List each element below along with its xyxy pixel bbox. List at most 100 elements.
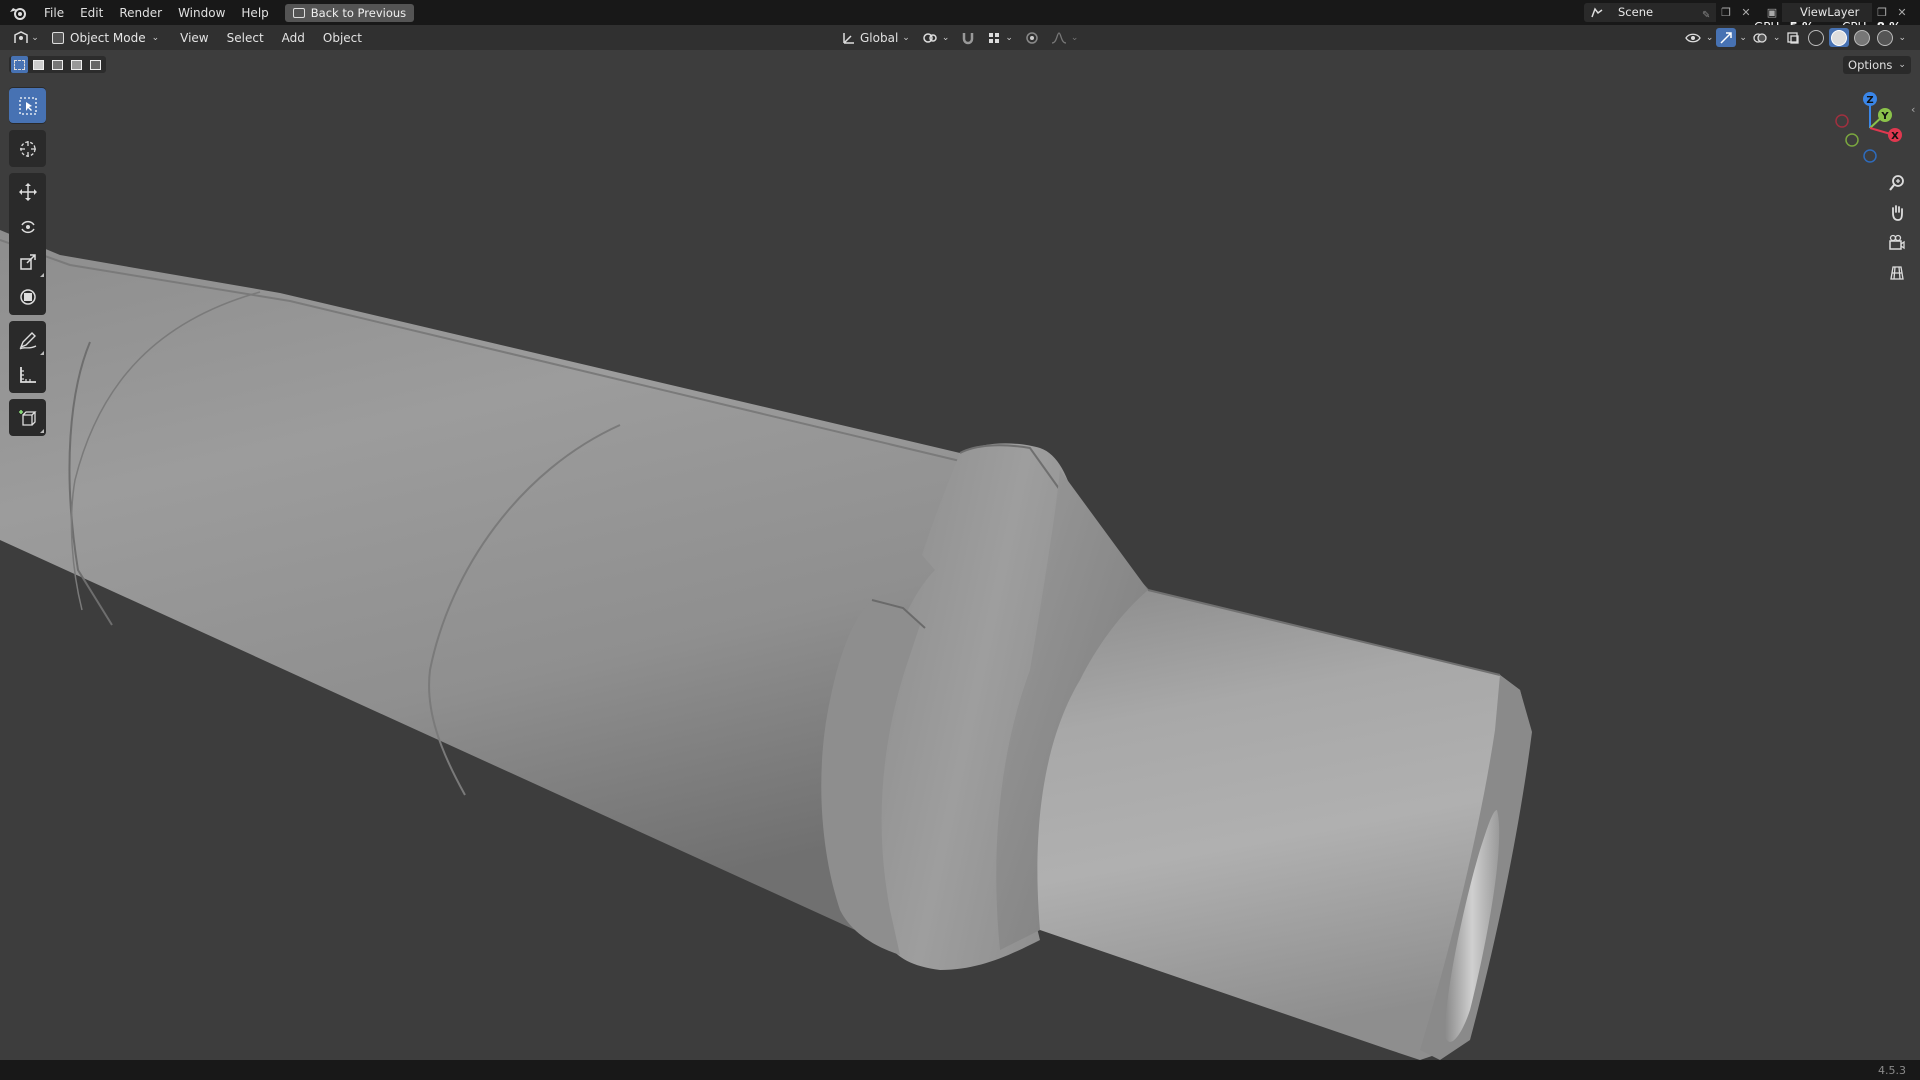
viewport-display-tools: ⌄ ⌄ ⌄ ⌄ — [1683, 28, 1906, 47]
menu-select[interactable]: Select — [218, 31, 273, 45]
xray-toggle[interactable] — [1783, 28, 1803, 47]
object-mode-label: Object Mode — [70, 30, 146, 45]
grid-perspective-icon — [1890, 266, 1904, 280]
cursor-icon — [19, 140, 36, 157]
solid-shading[interactable] — [1829, 28, 1850, 47]
version-label: 4.5.3 — [1878, 1064, 1906, 1077]
measure-ruler-icon — [19, 366, 36, 383]
scene-name: Scene — [1618, 5, 1654, 19]
camera-icon — [1889, 234, 1905, 250]
navigation-gizmo[interactable]: Z Y X — [1830, 88, 1910, 168]
select-subtract-icon — [52, 59, 63, 70]
hand-icon — [1892, 205, 1903, 221]
scene-name-field[interactable]: Scene ✎ — [1610, 3, 1716, 22]
menu-view[interactable]: View — [171, 31, 217, 45]
scale-icon — [19, 253, 36, 270]
tool-transform[interactable] — [9, 279, 46, 314]
snap-target-dropdown[interactable]: ⌄ — [983, 28, 1017, 47]
gizmo-toggle[interactable] — [1716, 28, 1737, 47]
scene-icon[interactable] — [1584, 3, 1610, 22]
transform-orientation-dropdown[interactable]: Global ⌄ — [838, 28, 914, 47]
tool-select-box[interactable] — [9, 88, 46, 123]
orientation-icon — [843, 32, 854, 44]
new-scene-icon[interactable]: ❐ — [1716, 3, 1736, 22]
back-to-previous-label: Back to Previous — [310, 5, 407, 20]
add-cube-icon — [18, 409, 37, 426]
tool-add-cube[interactable] — [9, 400, 46, 435]
menu-add[interactable]: Add — [273, 31, 314, 45]
camera-view-button[interactable] — [1884, 230, 1910, 256]
rendered-shading[interactable] — [1875, 28, 1895, 47]
pivot-point-dropdown[interactable]: ⌄ — [918, 28, 954, 47]
scene-selector[interactable]: Scene ✎ ❐ ✕ — [1584, 3, 1756, 22]
viewport-canvas[interactable] — [0, 50, 1920, 1060]
chevron-down-icon: ⌄ — [151, 32, 160, 43]
visibility-dropdown[interactable] — [1683, 28, 1703, 47]
material-shading[interactable] — [1852, 28, 1872, 47]
select-new-mode[interactable] — [11, 56, 28, 73]
tool-shelf — [9, 87, 46, 442]
tool-measure[interactable] — [9, 357, 46, 392]
tool-rotate[interactable] — [9, 209, 46, 244]
menu-object[interactable]: Object — [314, 31, 371, 45]
move-icon — [18, 182, 37, 201]
blender-logo-icon[interactable] — [8, 3, 28, 23]
select-difference-mode[interactable] — [68, 56, 85, 73]
snap-toggle[interactable] — [957, 28, 979, 47]
delete-scene-icon[interactable]: ✕ — [1736, 3, 1756, 22]
overlays-icon — [1753, 32, 1767, 43]
falloff-curve-icon — [1051, 31, 1067, 44]
magnet-icon — [963, 32, 974, 44]
zoom-magnifier-icon — [1889, 175, 1904, 191]
pan-button[interactable] — [1884, 200, 1910, 226]
select-intersect-mode[interactable] — [87, 56, 104, 73]
overlays-toggle[interactable] — [1750, 28, 1770, 47]
gizmo-icon — [1720, 31, 1733, 44]
rendered-sphere-icon — [1877, 29, 1894, 46]
menu-window[interactable]: Window — [170, 3, 233, 23]
orientation-label: Global — [860, 30, 899, 45]
axis-neg-y — [1845, 133, 1859, 147]
axis-neg-z — [1863, 149, 1877, 163]
transform-tools: Global ⌄ ⌄ ⌄ ⌄ — [838, 28, 1082, 47]
menu-edit[interactable]: Edit — [72, 3, 111, 23]
solid-sphere-icon — [1831, 29, 1848, 46]
select-subtract-mode[interactable] — [49, 56, 66, 73]
back-to-previous-button[interactable]: Back to Previous — [284, 3, 415, 22]
menu-help[interactable]: Help — [233, 3, 276, 23]
menu-render[interactable]: Render — [111, 3, 170, 23]
tool-annotate[interactable] — [9, 322, 46, 357]
wireframe-shading[interactable] — [1806, 28, 1826, 47]
editor-type-button[interactable]: ⌄ — [10, 28, 42, 47]
svg-text:X: X — [1891, 131, 1899, 142]
eye-icon — [1685, 33, 1701, 42]
viewport-editor-icon — [14, 30, 28, 43]
menu-file[interactable]: File — [36, 3, 72, 23]
tool-scale[interactable] — [9, 244, 46, 279]
transform-icon — [19, 288, 36, 305]
proportional-edit-toggle[interactable] — [1021, 28, 1043, 47]
snap-grid-icon — [989, 32, 1000, 43]
screen-icon — [292, 7, 305, 18]
tool-move[interactable] — [9, 174, 46, 209]
select-intersect-icon — [90, 59, 101, 70]
select-new-icon — [14, 59, 25, 70]
viewport-header: ⌄ Object Mode ⌄ View Select Add Object G… — [0, 25, 1920, 50]
status-bar: 4.5.3 — [0, 1060, 1920, 1080]
wireframe-sphere-icon — [1808, 29, 1825, 46]
annotate-pencil-icon — [19, 331, 36, 350]
tool-cursor[interactable] — [9, 131, 46, 166]
proportional-edit-icon — [1026, 31, 1038, 44]
object-mode-dropdown[interactable]: Object Mode ⌄ — [46, 28, 165, 47]
top-bar: File Edit Render Window Help Back to Pre… — [0, 0, 1920, 25]
select-extend-mode[interactable] — [30, 56, 47, 73]
perspective-toggle-button[interactable] — [1884, 260, 1910, 286]
sidebar-toggle-icon[interactable]: ‹ — [1911, 103, 1915, 116]
pin-icon[interactable]: ✎ — [1702, 6, 1712, 21]
xray-icon — [1787, 31, 1800, 44]
select-difference-icon — [71, 59, 82, 70]
proportional-falloff-dropdown[interactable]: ⌄ — [1047, 28, 1083, 47]
pivot-icon — [923, 32, 937, 43]
options-dropdown[interactable]: Options ⌄ — [1843, 56, 1911, 74]
zoom-button[interactable] — [1884, 170, 1910, 196]
